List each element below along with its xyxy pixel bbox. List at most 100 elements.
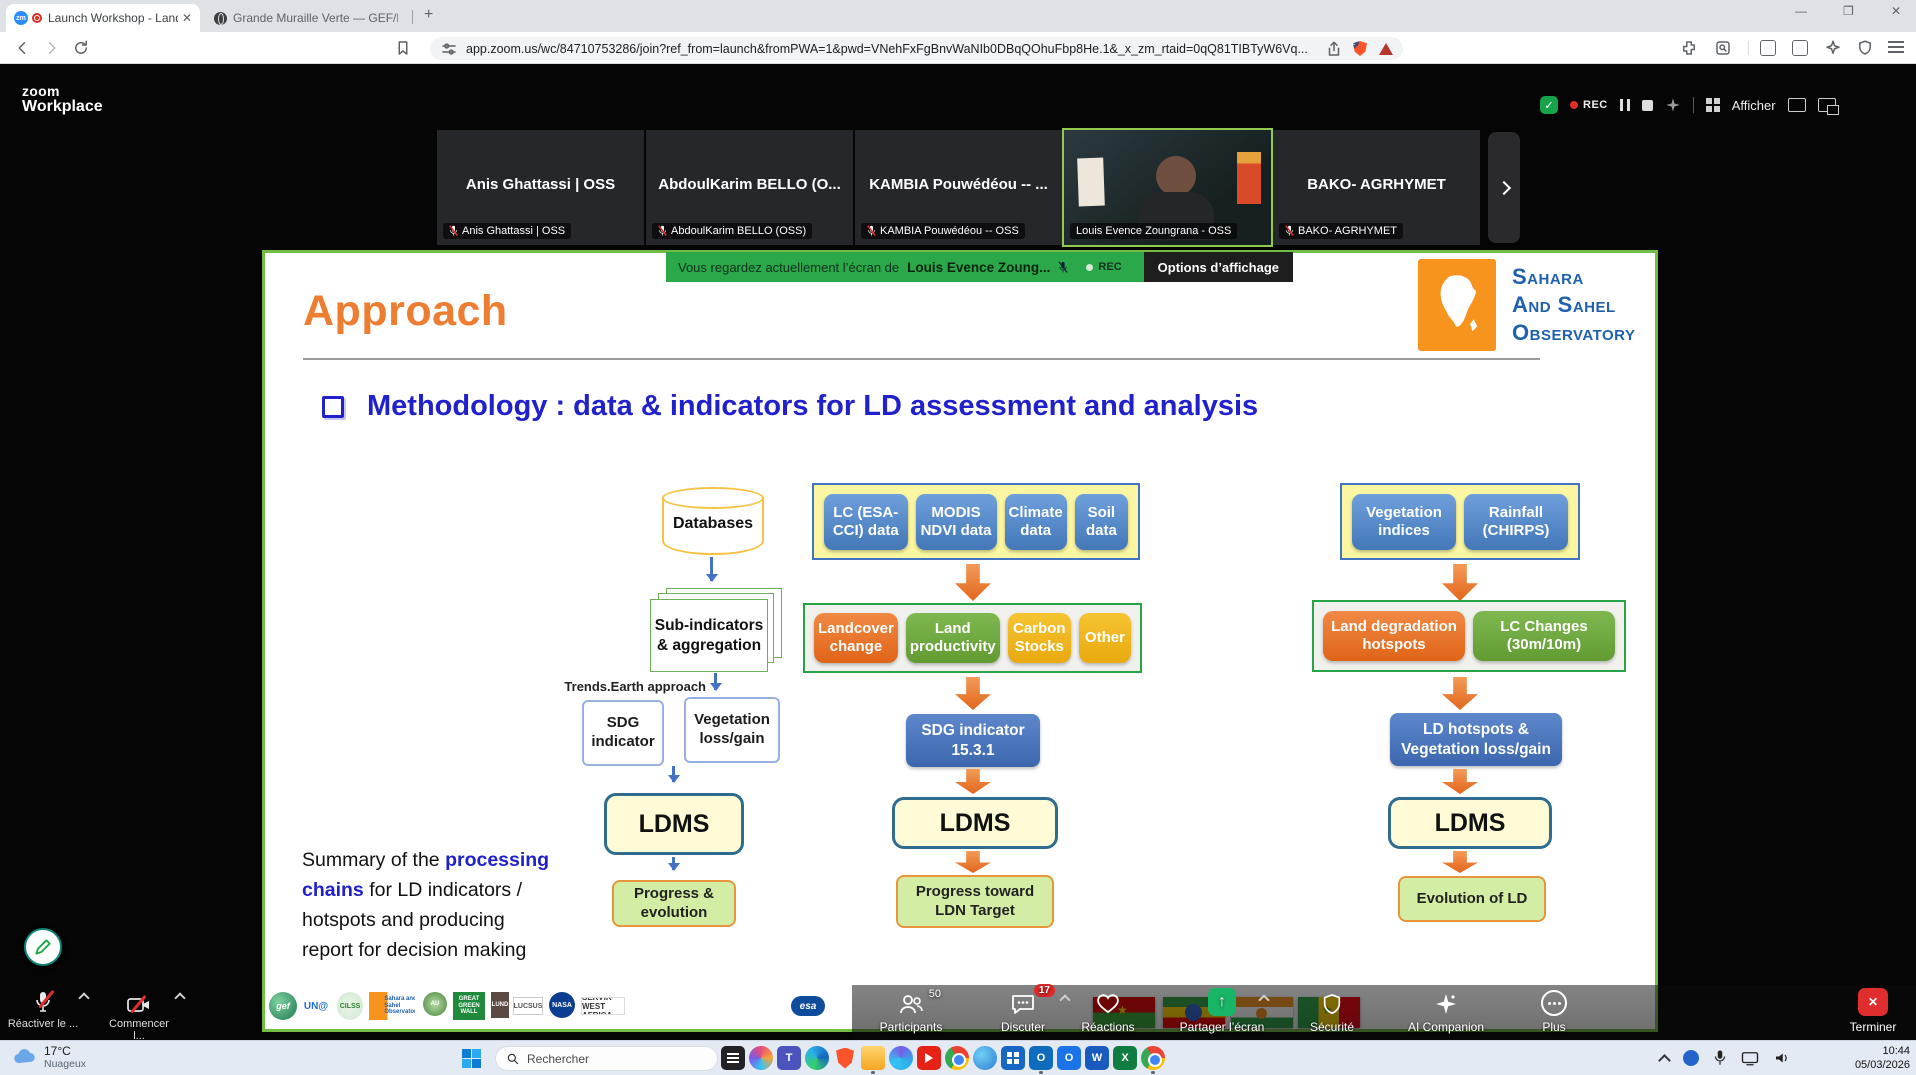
participant-tile[interactable]: BAKO- AGRHYMET BAKO- AGRHYMET — [1273, 130, 1480, 245]
vpn-icon[interactable] — [1856, 39, 1874, 57]
tab-grande-muraille[interactable]: Grande Muraille Verte — GEF/PNUE — [206, 4, 406, 32]
bookmark-icon[interactable] — [394, 39, 412, 57]
start-video-button[interactable]: Commencer l... — [102, 988, 176, 1042]
leave-button[interactable]: ✕ Terminer — [1838, 988, 1908, 1034]
taskbar-app-icon[interactable] — [861, 1046, 885, 1070]
taskbar-app-icon[interactable] — [721, 1046, 745, 1070]
new-tab-button[interactable]: + — [424, 6, 433, 24]
taskbar-app-icons: TOOWX — [721, 1046, 1165, 1070]
encryption-shield-icon[interactable]: ✓ — [1540, 96, 1558, 114]
slide-title: Approach — [303, 287, 508, 336]
back-icon[interactable] — [14, 39, 32, 57]
partner-logo: GREAT GREEN WALL — [453, 992, 485, 1020]
evolution-ld-box: Evolution of LD — [1398, 876, 1546, 922]
zoom-workplace-logo: zoom Workplace — [22, 84, 103, 115]
site-settings-icon[interactable] — [440, 40, 458, 58]
taskbar-search[interactable]: Rechercher — [495, 1046, 718, 1071]
taskbar-clock[interactable]: 10:44 05/03/2026 — [1832, 1044, 1910, 1072]
sidebar-icon[interactable] — [1760, 40, 1776, 56]
participant-tile[interactable]: KAMBIA Pouwédéou -- ... KAMBIA Pouwédéou… — [855, 130, 1062, 245]
unmute-button[interactable]: Réactiver le ... — [6, 988, 80, 1042]
chat-button[interactable]: 17 Discuter — [975, 988, 1071, 1034]
taskbar-app-icon[interactable] — [1141, 1046, 1165, 1070]
annotate-button[interactable] — [24, 928, 62, 966]
taskbar-app-icon[interactable] — [945, 1046, 969, 1070]
start-button[interactable] — [462, 1049, 481, 1068]
next-participants-button[interactable] — [1488, 132, 1520, 243]
forward-icon[interactable] — [42, 39, 60, 57]
brave-rewards-icon[interactable] — [1379, 43, 1393, 55]
participant-tile[interactable]: Anis Ghattassi | OSS Anis Ghattassi | OS… — [437, 130, 644, 245]
reactions-button[interactable]: Réactions — [1060, 988, 1156, 1034]
chevron-up-icon[interactable] — [174, 992, 185, 1003]
taskbar-app-icon[interactable] — [889, 1046, 913, 1070]
weather-widget[interactable]: 17°C Nuageux — [12, 1044, 86, 1070]
taskbar-app-icon[interactable] — [833, 1046, 857, 1070]
system-tray — [1660, 1044, 1791, 1072]
tab-close-icon[interactable]: ✕ — [182, 11, 192, 25]
mic-muted-icon — [6, 988, 80, 1014]
taskbar-app-icon[interactable] — [749, 1046, 773, 1070]
flow-arrow-orange — [955, 851, 991, 873]
search-page-icon[interactable] — [1714, 39, 1732, 57]
participants-button[interactable]: 50 Participants — [863, 988, 959, 1034]
extension-icon[interactable] — [1680, 39, 1698, 57]
ai-companion-button[interactable]: AI Companion — [1398, 988, 1494, 1034]
pause-recording-icon[interactable] — [1620, 99, 1630, 111]
url-text[interactable]: app.zoom.us/wc/84710753286/join?ref_from… — [466, 42, 1325, 56]
window-maximize-button[interactable]: ❐ — [1843, 4, 1854, 18]
participant-tile[interactable]: AbdoulKarim BELLO (O... AbdoulKarim BELL… — [646, 130, 853, 245]
speaker-icon[interactable] — [1773, 1050, 1791, 1066]
taskbar-app-icon[interactable]: O — [1029, 1046, 1053, 1070]
taskbar-app-icon[interactable]: W — [1085, 1046, 1109, 1070]
view-button[interactable]: Afficher — [1732, 98, 1776, 113]
display-options-button[interactable]: Options d’affichage — [1144, 252, 1293, 282]
url-bar[interactable]: app.zoom.us/wc/84710753286/join?ref_from… — [430, 37, 1403, 60]
taskbar-app-icon[interactable] — [917, 1046, 941, 1070]
security-button[interactable]: Sécurité — [1284, 988, 1380, 1034]
popout-view-icon[interactable] — [1818, 98, 1836, 112]
sdg-indicator-box: SDG indicator — [582, 700, 664, 766]
tab-title: Launch Workshop - Land Deg — [48, 11, 178, 25]
brave-shield-icon[interactable]: 1 — [1353, 41, 1367, 56]
taskbar-app-icon[interactable] — [1001, 1046, 1025, 1070]
participant-label-text: KAMBIA Pouwédéou -- OSS — [880, 225, 1019, 237]
indicator-box: Land degradation hotspots — [1323, 611, 1465, 661]
taskbar-app-icon[interactable]: X — [1113, 1046, 1137, 1070]
tab-zoom-meeting[interactable]: zm Launch Workshop - Land Deg ✕ — [6, 4, 200, 32]
leave-label: Terminer — [1850, 1020, 1897, 1034]
taskbar-app-icon[interactable]: T — [777, 1046, 801, 1070]
summary-pre: Summary of the — [302, 849, 445, 871]
search-placeholder: Rechercher — [527, 1052, 589, 1066]
stop-recording-icon[interactable] — [1642, 100, 1653, 111]
ai-sparkle-icon[interactable] — [1665, 97, 1681, 113]
tray-chevron-icon[interactable] — [1658, 1054, 1671, 1067]
chat-badge: 17 — [1034, 984, 1055, 997]
shield-badge: 1 — [1347, 36, 1359, 48]
participant-tile[interactable]: Louis Evence Zoungrana - OSS — [1064, 130, 1271, 245]
more-button[interactable]: Plus — [1506, 988, 1602, 1034]
flow-arrow — [672, 766, 675, 782]
tray-mic-icon[interactable] — [1713, 1049, 1727, 1067]
window-minimize-button[interactable]: — — [1795, 4, 1807, 18]
minimize-view-icon[interactable] — [1788, 98, 1806, 112]
window-close-button[interactable]: ✕ — [1891, 4, 1901, 18]
chevron-up-icon[interactable] — [1258, 994, 1269, 1005]
banner-presenter: Louis Evence Zoung... — [907, 260, 1050, 275]
reload-icon[interactable] — [72, 39, 90, 57]
leo-ai-icon[interactable] — [1824, 39, 1842, 57]
chevron-up-icon[interactable] — [78, 992, 89, 1003]
menu-icon[interactable] — [1888, 41, 1904, 43]
gallery-view-icon[interactable] — [1706, 98, 1720, 112]
muted-mic-icon — [658, 225, 667, 237]
cast-icon[interactable] — [1741, 1050, 1759, 1066]
muted-mic-icon — [867, 225, 876, 237]
teams-status-icon[interactable] — [1683, 1050, 1699, 1066]
taskbar-app-icon[interactable]: O — [1057, 1046, 1081, 1070]
share-icon[interactable] — [1325, 40, 1343, 58]
taskbar-app-icon[interactable] — [805, 1046, 829, 1070]
reading-list-icon[interactable] — [1792, 40, 1808, 56]
share-screen-button[interactable]: ↑ Partager l’écran — [1174, 988, 1270, 1034]
clock-time: 10:44 — [1832, 1044, 1910, 1058]
taskbar-app-icon[interactable] — [973, 1046, 997, 1070]
